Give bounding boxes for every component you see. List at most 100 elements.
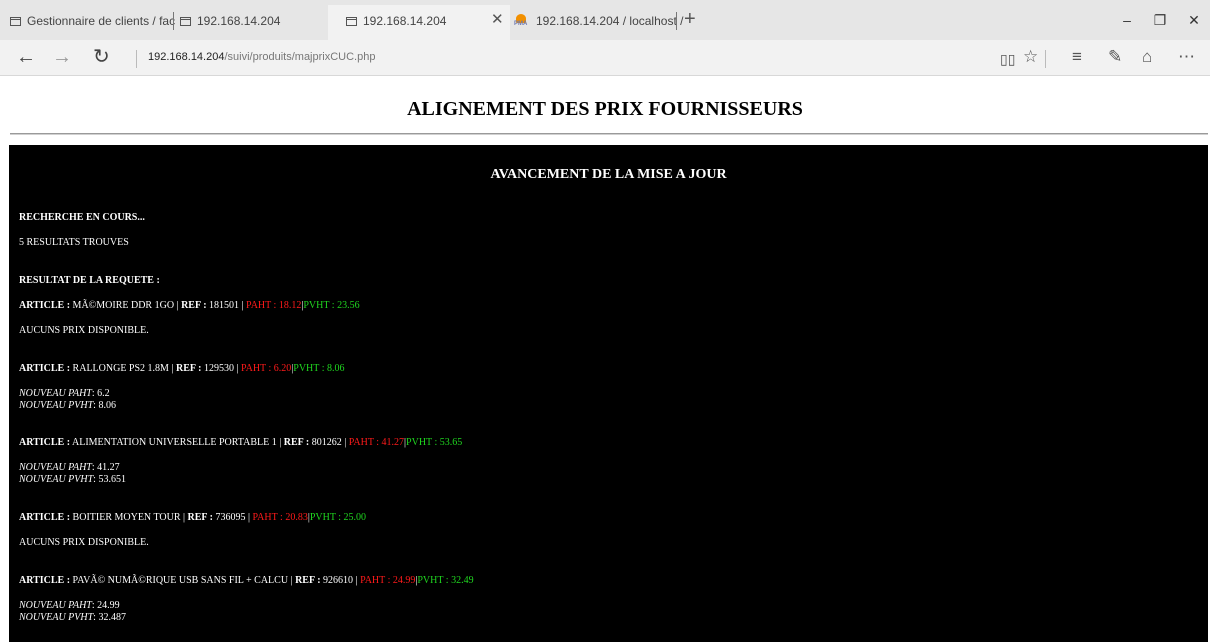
forward-icon[interactable]: → — [52, 46, 72, 68]
url-separator — [136, 50, 137, 68]
result-heading: RESULTAT DE LA REQUETE : — [19, 275, 160, 286]
searching-status: RECHERCHE EN COURS... — [19, 212, 145, 223]
separator: | — [183, 512, 186, 523]
ref-label: REF : — [181, 300, 207, 311]
divider — [10, 133, 1208, 135]
new-pvht-line: NOUVEAU PVHT: 32.487 — [19, 612, 126, 624]
new-paht-value: 6.2 — [97, 388, 110, 399]
results-count: 5 RESULTATS TROUVES — [19, 237, 129, 248]
new-pvht-value: 32.487 — [98, 612, 126, 623]
colon: : — [91, 600, 95, 611]
paht-value: 41.27 — [381, 437, 405, 448]
close-tab-icon[interactable]: ✕ — [491, 11, 504, 29]
tab-ip-1[interactable]: 192.168.14.204 — [180, 9, 280, 33]
separator: | — [241, 300, 244, 311]
ref-label: REF : — [295, 575, 321, 586]
page-icon — [180, 16, 191, 26]
article-line: ARTICLE : RALLONGE PS2 1.8M | REF : 1295… — [19, 363, 344, 375]
tab-label: 192.168.14.204 — [197, 14, 281, 28]
pvht-value: 25.00 — [343, 512, 367, 523]
colon: : — [91, 462, 95, 473]
close-window-icon[interactable]: ✕ — [1184, 11, 1204, 29]
pvht-label: PVHT : — [303, 300, 335, 311]
tab-label: 192.168.14.204 — [363, 14, 447, 28]
tab-separator — [173, 12, 174, 30]
article-name: ALIMENTATION UNIVERSELLE PORTABLE 1 — [72, 437, 277, 448]
tab-ip-active[interactable]: 192.168.14.204 — [346, 9, 446, 33]
pvht-value: 8.06 — [326, 363, 345, 374]
article-line: ARTICLE : PAVÃ© NUMÃ©RIQUE USB SANS FIL … — [19, 575, 474, 587]
separator: | — [176, 300, 179, 311]
new-pvht-line: NOUVEAU PVHT: 53.651 — [19, 474, 126, 486]
article-status: AUCUNS PRIX DISPONIBLE. — [19, 537, 149, 548]
new-pvht-value: 53.651 — [98, 474, 126, 485]
progress-panel: AVANCEMENT DE LA MISE A JOUR RECHERCHE E… — [9, 145, 1208, 642]
article-label: ARTICLE : — [19, 437, 71, 448]
new-paht-label: NOUVEAU PAHT — [19, 388, 92, 399]
article-ref: 926610 — [323, 575, 354, 586]
article-line: ARTICLE : ALIMENTATION UNIVERSELLE PORTA… — [19, 437, 462, 449]
tab-label: 192.168.14.204 / localhost / — [536, 14, 684, 28]
new-pvht-value: 8.06 — [98, 400, 116, 411]
back-icon[interactable]: ← — [16, 46, 36, 68]
ref-label: REF : — [187, 512, 213, 523]
pma-badge: PMA — [514, 21, 528, 27]
tab-label: Gestionnaire de clients / fac — [27, 14, 176, 28]
new-pvht-label: NOUVEAU PVHT — [19, 612, 94, 623]
url-path: /suivi/produits/majprixCUC.php — [224, 51, 376, 63]
ref-label: REF : — [175, 363, 202, 374]
paht-value: 24.99 — [392, 575, 416, 586]
colon: : — [91, 388, 95, 399]
page-title: ALIGNEMENT DES PRIX FOURNISSEURS — [407, 98, 803, 120]
separator: | — [355, 575, 358, 586]
paht-value: 6.20 — [273, 363, 292, 374]
paht-label: PAHT : — [360, 575, 391, 586]
colon: : — [93, 612, 96, 623]
article-label: ARTICLE : — [19, 300, 71, 311]
reading-view-icon[interactable]: ▯▯ — [1000, 49, 1015, 69]
article-label: ARTICLE : — [19, 575, 71, 586]
new-paht-label: NOUVEAU PAHT — [19, 600, 92, 611]
tab-phpmyadmin[interactable]: PMA 192.168.14.204 / localhost / — [514, 9, 683, 33]
restore-icon[interactable]: ❐ — [1150, 11, 1170, 29]
more-icon[interactable]: ⋯ — [1178, 47, 1195, 67]
pvht-label: PVHT : — [406, 437, 438, 448]
colon: : — [93, 474, 96, 485]
new-tab-icon[interactable]: + — [684, 9, 696, 29]
article-ref: 181501 — [209, 300, 240, 311]
separator: | — [171, 363, 174, 374]
paht-label: PAHT : — [240, 363, 272, 374]
paht-label: PAHT : — [252, 512, 283, 523]
tab-bar: Gestionnaire de clients / fac 192.168.14… — [0, 0, 1210, 40]
article-status: AUCUNS PRIX DISPONIBLE. — [19, 325, 149, 336]
panel-title: AVANCEMENT DE LA MISE A JOUR — [490, 167, 727, 182]
article-line: ARTICLE : MÃ©MOIRE DDR 1GO | REF : 18150… — [19, 300, 360, 312]
hub-icon[interactable]: ≡ — [1072, 47, 1082, 67]
article-line: ARTICLE : BOITIER MOYEN TOUR | REF : 736… — [19, 512, 366, 524]
ref-label: REF : — [283, 437, 310, 448]
new-paht-value: 24.99 — [97, 600, 120, 611]
new-paht-label: NOUVEAU PAHT — [19, 462, 92, 473]
pvht-label: PVHT : — [293, 363, 325, 374]
article-label: ARTICLE : — [19, 512, 71, 523]
url-field[interactable]: 192.168.14.204/suivi/produits/majprixCUC… — [148, 51, 375, 63]
pvht-value: 53.65 — [439, 437, 463, 448]
pvht-value: 23.56 — [337, 300, 360, 311]
article-name: RALLONGE PS2 1.8M — [72, 363, 169, 374]
paht-value: 20.83 — [285, 512, 308, 523]
article-name: MÃ©MOIRE DDR 1GO — [72, 300, 175, 311]
page-icon — [346, 16, 357, 26]
paht-label: PAHT : — [348, 437, 380, 448]
web-note-icon[interactable]: ✎ — [1108, 47, 1122, 67]
separator: | — [248, 512, 251, 523]
minimize-icon[interactable]: – — [1117, 11, 1137, 29]
new-paht-line: NOUVEAU PAHT: 6.2 — [19, 388, 110, 400]
refresh-icon[interactable]: ↻ — [93, 46, 110, 68]
tab-gestionnaire[interactable]: Gestionnaire de clients / fac — [10, 9, 175, 33]
new-pvht-label: NOUVEAU PVHT — [19, 400, 94, 411]
favorite-star-icon[interactable]: ☆ — [1023, 47, 1038, 67]
share-icon[interactable]: ⌂ — [1142, 47, 1152, 67]
article-name: PAVÃ© NUMÃ©RIQUE USB SANS FIL + CALCU — [72, 575, 289, 586]
toolbar-separator — [1045, 50, 1046, 68]
article-ref: 129530 — [203, 363, 234, 374]
